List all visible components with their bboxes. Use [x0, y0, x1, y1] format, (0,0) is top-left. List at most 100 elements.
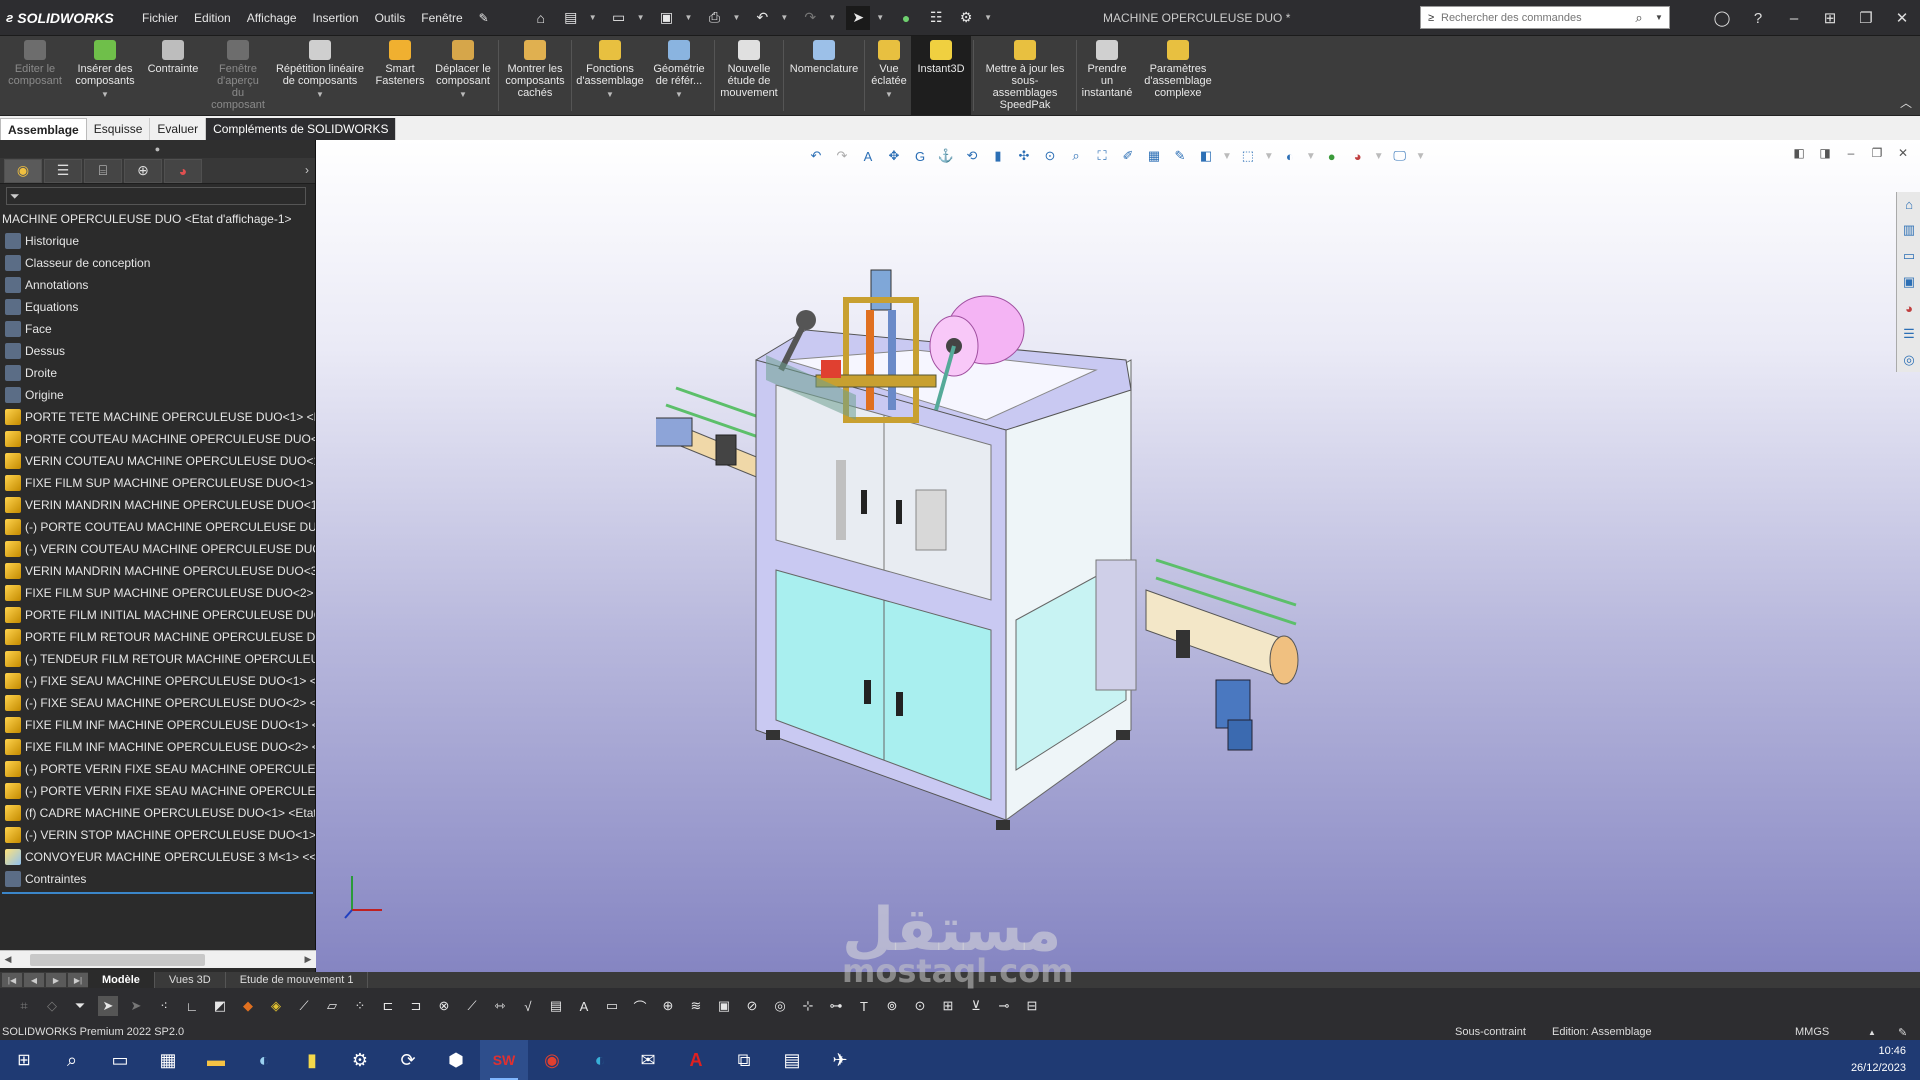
prev-tab-icon[interactable]: ◀ [24, 973, 44, 987]
menu-insertion[interactable]: Insertion [305, 11, 367, 25]
tree-item[interactable]: FIXE FILM SUP MACHINE OPERCULEUSE DUO<2>… [0, 582, 315, 604]
filter-datum-icon[interactable]: ▭ [602, 996, 622, 1016]
viewport-restore-icon[interactable]: ❐ [1868, 144, 1886, 162]
viewport-minimize-icon[interactable]: – [1842, 144, 1860, 162]
roll-icon[interactable]: ⟲ [962, 146, 982, 166]
layers-icon[interactable]: ▦ [1144, 146, 1164, 166]
first-tab-icon[interactable]: |◀ [2, 973, 22, 987]
tree-item[interactable]: (-) PORTE COUTEAU MACHINE OPERCULEUSE DU… [0, 516, 315, 538]
rebuild-icon[interactable]: ● [894, 6, 918, 30]
take-snapshot-button[interactable]: Prendre un instantané [1079, 36, 1135, 115]
filter-weld-beads-icon[interactable]: ⊸ [994, 996, 1014, 1016]
tree-item[interactable]: (f) CADRE MACHINE OPERCULEUSE DUO<1> <Et… [0, 802, 315, 824]
filter-weld-symbols-icon[interactable]: ⌒ [630, 996, 650, 1016]
rollback-bar[interactable] [2, 892, 313, 894]
insert-components-button[interactable]: Insérer des composants ▼ [70, 36, 140, 115]
options-icon[interactable]: ⚙ [954, 6, 978, 30]
select-arrow-icon[interactable]: ➤ [98, 996, 118, 1016]
exploded-view-caret-icon[interactable]: ▼ [885, 89, 893, 101]
filter-mates-icon[interactable]: ⊻ [966, 996, 986, 1016]
settings-icon[interactable]: ⚙ [336, 1040, 384, 1080]
solidworks-resources-icon[interactable]: ⌂ [1897, 192, 1920, 216]
panel-grip-icon[interactable]: ● [0, 140, 315, 158]
tile-windows-icon[interactable]: ⊞ [1812, 0, 1848, 36]
next-tab-icon[interactable]: ▶ [46, 973, 66, 987]
tree-item[interactable]: Origine [0, 384, 315, 406]
exploded-view-button[interactable]: Vue éclatée ▼ [867, 36, 911, 115]
tree-item[interactable]: (-) VERIN STOP MACHINE OPERCULEUSE DUO<1… [0, 824, 315, 846]
filter-sketch-points-icon[interactable]: ⁘ [350, 996, 370, 1016]
edit-appearance-icon[interactable]: ✎ [1170, 146, 1190, 166]
search-input[interactable] [1441, 11, 1629, 24]
section-view-icon[interactable]: ▮ [988, 146, 1008, 166]
task-view-icon[interactable]: ▭ [96, 1040, 144, 1080]
select-caret-icon[interactable]: ▼ [876, 13, 884, 22]
edge-dev-icon[interactable]: ◐ [240, 1040, 288, 1080]
filter-text-icon[interactable]: T [854, 996, 874, 1016]
filter-notes-icon[interactable]: A [574, 996, 594, 1016]
home-icon[interactable]: ⌂ [529, 6, 553, 30]
filter-surfaces-icon[interactable]: ◆ [238, 996, 258, 1016]
print-caret-icon[interactable]: ▼ [732, 13, 740, 22]
tree-horizontal-scrollbar[interactable]: ◀ ▶ [0, 950, 316, 968]
select-icon[interactable]: ➤ [846, 5, 871, 30]
view-settings-icon[interactable]: 🖵 [1390, 146, 1410, 166]
display-style-icon[interactable]: ◧ [1196, 146, 1216, 166]
widgets-icon[interactable]: ▦ [144, 1040, 192, 1080]
filter-cut-list-icon[interactable]: ⊞ [938, 996, 958, 1016]
insert-components-caret-icon[interactable]: ▼ [101, 89, 109, 101]
zoom-selection-icon[interactable]: ⛶ [1092, 146, 1112, 166]
assembly-features-caret-icon[interactable]: ▼ [606, 89, 614, 101]
feature-manager-icon[interactable]: ◉ [4, 158, 42, 183]
hud-caret-icon[interactable]: ▼ [1264, 151, 1274, 162]
filter-geometric-tolerance-icon[interactable]: ▤ [546, 996, 566, 1016]
move-component-button[interactable]: Déplacer le composant ▼ [430, 36, 496, 115]
tab-esquisse[interactable]: Esquisse [86, 118, 151, 140]
graphics-area[interactable]: ↶ ↷ A ✥ G ⚓ ⟲ ▮ ✣ ⊙ ⌕ ⛶ ✐ ▦ ✎ ◧ ▼ ⬚ ▼ ◐ … [316, 140, 1920, 972]
filter-axes-icon[interactable]: ⟋ [294, 996, 314, 1016]
filter-tables-icon[interactable]: ⊟ [1022, 996, 1042, 1016]
units-caret-icon[interactable]: ▲ [1868, 1028, 1876, 1037]
tree-root-assembly[interactable]: MACHINE OPERCULEUSE DUO <Etat d'affichag… [0, 208, 315, 230]
menu-affichage[interactable]: Affichage [239, 11, 305, 25]
print-icon[interactable]: ⎙ [702, 6, 726, 30]
filter-sketch-segments-icon[interactable]: ⊏ [378, 996, 398, 1016]
property-manager-icon[interactable]: ☰ [44, 158, 82, 183]
assembly-features-button[interactable]: Fonctions d'assemblage ▼ [574, 36, 646, 115]
open-icon[interactable]: ▭ [607, 6, 631, 30]
filter-datum-targets-icon[interactable]: ⊕ [658, 996, 678, 1016]
filter-hole-callouts-icon[interactable]: ⊙ [910, 996, 930, 1016]
restore-icon[interactable]: ❐ [1848, 0, 1884, 36]
minimize-icon[interactable]: – [1776, 0, 1812, 36]
calculator-icon[interactable]: ▤ [768, 1040, 816, 1080]
tree-item[interactable]: Historique [0, 230, 315, 252]
design-library-icon[interactable]: ▥ [1897, 218, 1920, 242]
tree-item[interactable]: Equations [0, 296, 315, 318]
tree-item[interactable]: (-) FIXE SEAU MACHINE OPERCULEUSE DUO<2>… [0, 692, 315, 714]
move-component-caret-icon[interactable]: ▼ [459, 89, 467, 101]
view-palette-icon[interactable]: ▣ [1897, 270, 1920, 294]
filter-routing-points-icon[interactable]: ⊹ [798, 996, 818, 1016]
tree-item[interactable]: Droite [0, 362, 315, 384]
view-orientation-icon[interactable]: ✣ [1014, 146, 1034, 166]
filter-edges-icon[interactable]: ∟ [182, 996, 202, 1016]
mate-button[interactable]: Contrainte [140, 36, 206, 115]
undo-caret-icon[interactable]: ▼ [780, 13, 788, 22]
custom-properties-icon[interactable]: ☰ [1897, 322, 1920, 346]
new-caret-icon[interactable]: ▼ [589, 13, 597, 22]
tree-item[interactable]: FIXE FILM INF MACHINE OPERCULEUSE DUO<1>… [0, 714, 315, 736]
redo-view-icon[interactable]: ↷ [832, 146, 852, 166]
split-view-left-icon[interactable]: ◧ [1790, 144, 1808, 162]
menu-fichier[interactable]: Fichier [134, 11, 186, 25]
network-icon[interactable]: ⬢ [432, 1040, 480, 1080]
filter-cosmetic-threads-icon[interactable]: ≋ [686, 996, 706, 1016]
tab-assemblage[interactable]: Assemblage [0, 118, 87, 140]
instant3d-button[interactable]: Instant3D [911, 36, 971, 115]
configuration-manager-icon[interactable]: ⌸ [84, 158, 122, 183]
filter-centerlines-icon[interactable]: ⟋ [462, 996, 482, 1016]
zoom-to-fit-icon[interactable]: ✥ [884, 146, 904, 166]
measure-icon[interactable]: ✐ [1118, 146, 1138, 166]
hud-caret-icon[interactable]: ▼ [1416, 151, 1426, 162]
open-caret-icon[interactable]: ▼ [637, 13, 645, 22]
system-tray-clock[interactable]: 10:46 26/12/2023 [1851, 1043, 1906, 1077]
